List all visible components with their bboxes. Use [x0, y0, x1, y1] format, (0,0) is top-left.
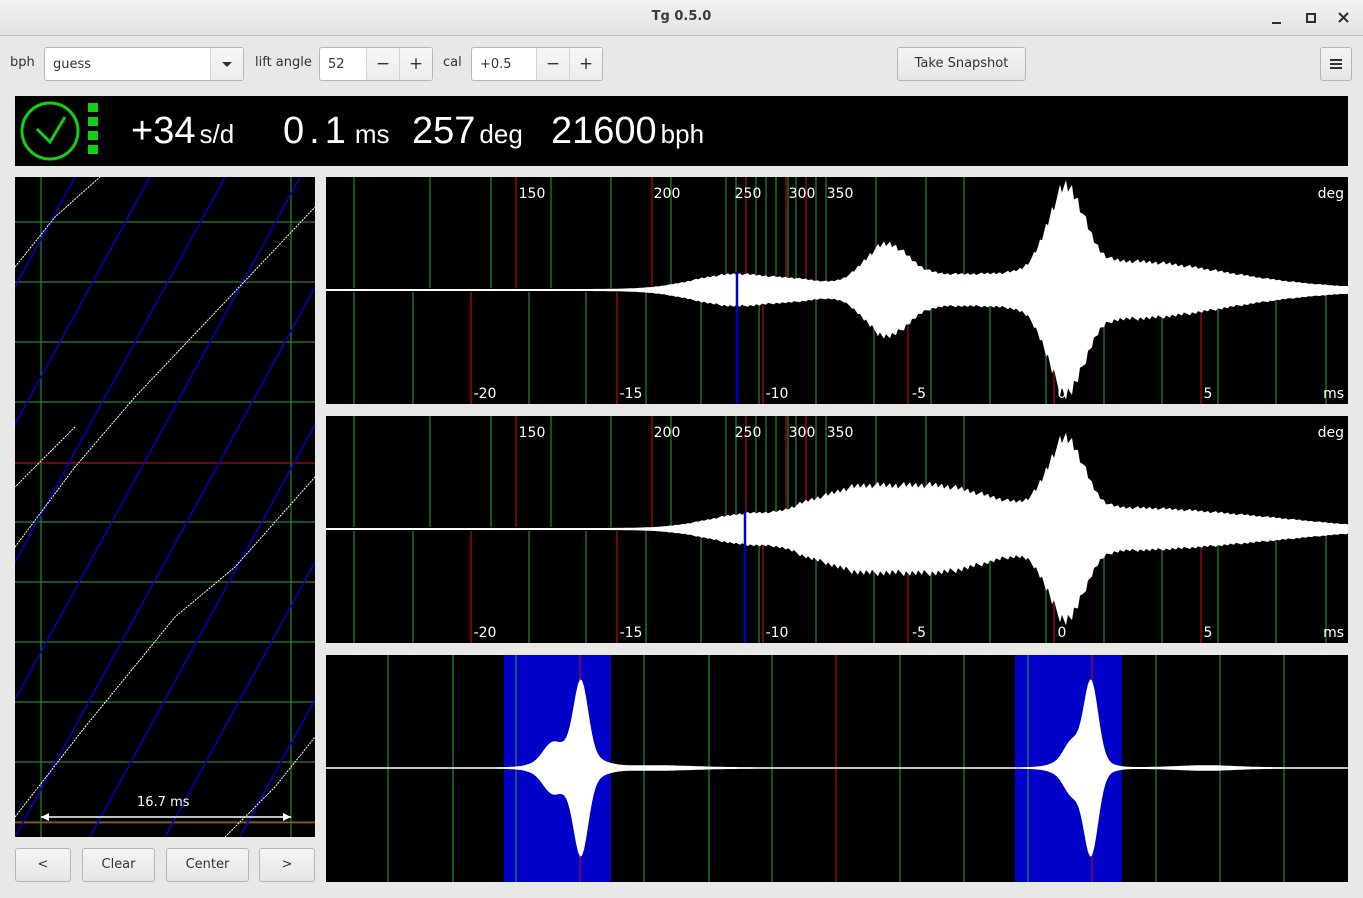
strip-trace	[14, 206, 316, 548]
rate-readout: +34 s/d	[131, 110, 234, 153]
ms-label: -10	[766, 625, 789, 641]
beat-error-value: 0.1	[283, 110, 351, 152]
title-bar: Tg 0.5.0	[0, 0, 1363, 36]
ms-label: -20	[474, 625, 497, 641]
take-snapshot-button[interactable]: Take Snapshot	[897, 47, 1026, 81]
ms-label: 5	[1204, 625, 1213, 641]
ms-label: 0	[1058, 625, 1067, 641]
amplitude-unit: deg	[479, 119, 523, 149]
prev-button[interactable]: <	[15, 848, 71, 882]
rate-unit: s/d	[199, 119, 235, 149]
ms-label: -15	[620, 625, 643, 641]
amplitude-value: 257	[412, 110, 476, 152]
degree-label: 350	[827, 186, 854, 202]
lift-angle-increment-button[interactable]: +	[399, 48, 432, 80]
ms-label: -5	[912, 625, 926, 641]
bph-combobox[interactable]: guess	[44, 47, 244, 81]
lift-angle-value: 52	[328, 57, 345, 72]
status-panel: +34 s/d 0.1 ms 257 deg 21600 bph	[15, 96, 1348, 166]
strip-diagonal-line	[0, 176, 151, 454]
ms-unit-label: ms	[1323, 625, 1344, 641]
lift-angle-label: lift angle	[255, 55, 312, 70]
rate-value: +34	[131, 110, 196, 152]
period-waveform-plot	[326, 655, 1348, 882]
clock-ok-icon	[20, 101, 98, 161]
degree-label: 250	[735, 186, 762, 202]
strip-diagonal-line	[0, 176, 301, 729]
degree-unit-label: deg	[1318, 425, 1344, 441]
paperstrip-display[interactable]: 16.7 ms	[0, 176, 1351, 838]
strip-diagonal-line	[164, 176, 526, 838]
ms-unit-label: ms	[1323, 386, 1344, 402]
tic-waveform-panel: 150 200 250 300 350 deg -20 -15 -10 -5 0 5 ms	[326, 177, 1348, 404]
toolbar: bph guess lift angle 52 − + cal +0.5 − +…	[0, 37, 1363, 91]
degree-label: 250	[735, 425, 762, 441]
beat-error-readout: 0.1 ms	[283, 110, 390, 153]
menu-button[interactable]	[1320, 47, 1352, 81]
bph-value: guess	[53, 57, 92, 72]
bph-readout-unit: bph	[660, 119, 705, 149]
window-title: Tg 0.5.0	[651, 9, 712, 24]
bph-label: bph	[10, 55, 35, 70]
strip-diagonal-line	[89, 176, 451, 838]
cal-increment-button[interactable]: +	[569, 48, 602, 80]
chevron-down-icon[interactable]	[210, 48, 243, 80]
toc-waveform-panel: 150 200 250 300 350 deg -20 -15 -10 -5 0 5 ms	[326, 416, 1348, 643]
degree-label: 300	[789, 186, 816, 202]
amplitude-readout: 257 deg	[412, 110, 523, 153]
strip-diagonal-line	[239, 176, 601, 838]
close-icon[interactable]	[1334, 8, 1354, 28]
toc-waveform-plot: 150 200 250 300 350 deg -20 -15 -10 -5 0 5 ms	[326, 416, 1348, 643]
ms-label: -20	[474, 386, 497, 402]
cal-decrement-button[interactable]: −	[536, 48, 569, 80]
period-waveform-panel	[326, 655, 1348, 882]
lift-angle-decrement-button[interactable]: −	[366, 48, 399, 80]
scale-bar-arrow-left	[41, 813, 49, 821]
degree-label: 200	[654, 425, 681, 441]
tic-waveform-plot: 150 200 250 300 350 deg -20 -15 -10 -5 0 5 ms	[326, 177, 1348, 404]
degree-unit-label: deg	[1318, 186, 1344, 202]
degree-label: 300	[789, 425, 816, 441]
paperstrip-scale-label: 16.7 ms	[137, 795, 190, 810]
ms-label: -15	[620, 386, 643, 402]
cal-label: cal	[443, 55, 462, 70]
degree-label: 150	[519, 186, 546, 202]
ms-label: 5	[1204, 386, 1213, 402]
maximize-icon[interactable]	[1301, 8, 1321, 28]
bph-readout-value: 21600	[551, 110, 657, 152]
ms-label: -10	[766, 386, 789, 402]
strip-trace	[14, 426, 76, 488]
degree-label: 350	[827, 425, 854, 441]
paperstrip-plot	[0, 176, 1351, 838]
cal-value: +0.5	[480, 57, 512, 72]
clear-button[interactable]: Clear	[82, 848, 155, 882]
beat-error-unit: ms	[354, 119, 390, 149]
degree-label: 150	[519, 425, 546, 441]
scale-bar-arrow-right	[283, 813, 291, 821]
ms-label: -5	[912, 386, 926, 402]
next-button[interactable]: >	[259, 848, 315, 882]
strip-trace	[14, 476, 316, 818]
bph-readout: 21600 bph	[551, 110, 704, 153]
ms-label: 0	[1058, 386, 1067, 402]
hamburger-icon	[1330, 59, 1342, 69]
center-button[interactable]: Center	[166, 848, 249, 882]
degree-label: 200	[654, 186, 681, 202]
minimize-icon[interactable]	[1267, 8, 1287, 28]
